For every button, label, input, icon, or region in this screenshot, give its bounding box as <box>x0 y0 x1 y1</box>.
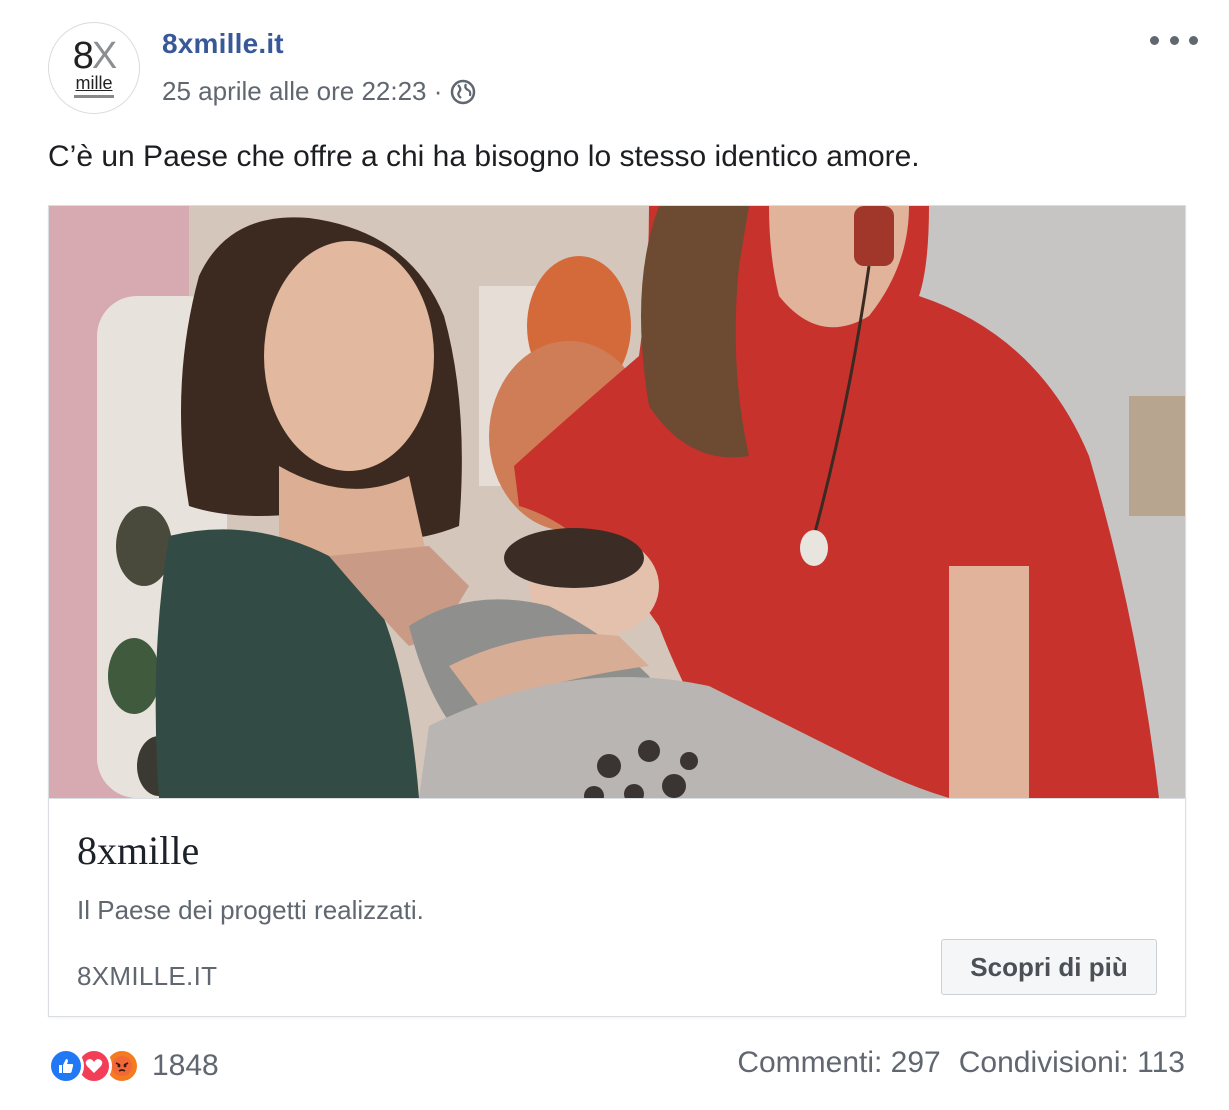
post-stats: Commenti: 297 Condivisioni: 113 <box>737 1046 1185 1080</box>
shares-count-link[interactable]: Condivisioni: 113 <box>959 1046 1185 1080</box>
link-preview-card[interactable]: 8xmille Il Paese dei progetti realizzati… <box>48 205 1186 1017</box>
link-description: Il Paese dei progetti realizzati. <box>77 895 424 925</box>
post-timestamp[interactable]: 25 aprile alle ore 22:23 · <box>162 76 476 107</box>
like-icon <box>48 1048 84 1084</box>
link-domain: 8XMILLE.IT <box>77 961 218 991</box>
avatar-logo-bar <box>74 95 114 98</box>
avatar-logo-text: mille <box>75 73 113 93</box>
page-name-link[interactable]: 8xmille.it <box>162 28 284 60</box>
timestamp-text[interactable]: 25 aprile alle ore 22:23 · <box>162 76 442 107</box>
avatar-logo-mark: 8X <box>72 35 118 77</box>
reaction-count[interactable]: 1848 <box>152 1049 219 1083</box>
more-options-icon[interactable] <box>1150 30 1198 50</box>
page-avatar[interactable]: 8X mille <box>48 22 140 114</box>
post-message: C’è un Paese che offre a chi ha bisogno … <box>48 140 920 173</box>
learn-more-button[interactable]: Scopri di più <box>941 939 1157 995</box>
comments-count-link[interactable]: Commenti: 297 <box>737 1046 940 1080</box>
link-title[interactable]: 8xmille <box>77 827 199 874</box>
facebook-post: 8X mille 8xmille.it 25 aprile alle ore 2… <box>0 0 1229 1110</box>
reactions-summary[interactable]: 1848 <box>48 1046 219 1086</box>
link-preview-image[interactable] <box>49 206 1185 798</box>
globe-icon <box>450 79 476 105</box>
link-preview-body[interactable]: 8xmille Il Paese dei progetti realizzati… <box>49 798 1185 1016</box>
